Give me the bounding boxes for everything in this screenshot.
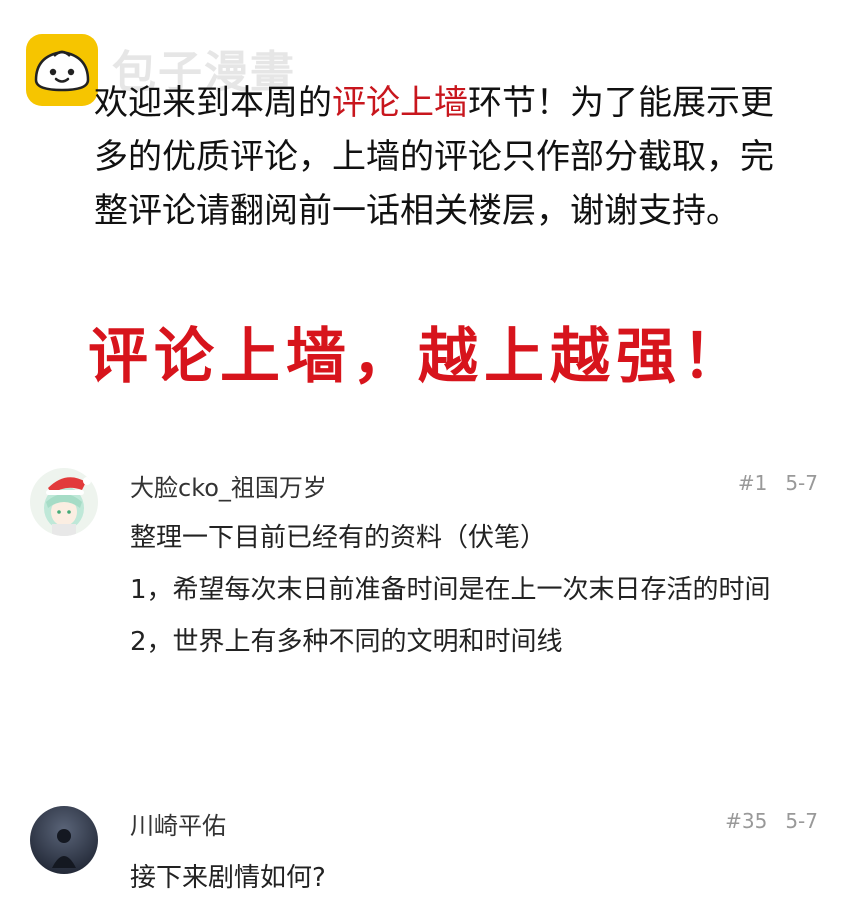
comment-meta: #1 5-7 <box>738 471 818 495</box>
comment-line: 1，希望每次末日前准备时间是在上一次末日存活的时间 <box>130 575 771 605</box>
comment-floor: #1 <box>737 471 768 495</box>
comment-username[interactable]: 大脸cko_祖国万岁 <box>130 468 327 503</box>
intro-paragraph: 欢迎来到本周的评论上墙环节！为了能展示更多的优质评论，上墙的评论只作部分截取，完… <box>94 76 774 238</box>
comment-date: 5-7 <box>785 471 818 495</box>
anime-avatar-santa-hat[interactable] <box>30 468 98 536</box>
comment-username[interactable]: 川崎平佑 <box>130 806 226 841</box>
bun-logo-icon <box>26 34 98 106</box>
comment-floor: #35 <box>725 809 768 833</box>
comment-line: 2，世界上有多种不同的文明和时间线 <box>130 627 563 657</box>
comment-body: 整理一下目前已经有的资料（伏笔） 1，希望每次末日前准备时间是在上一次末日存活的… <box>130 512 820 668</box>
comment-body: 接下来剧情如何? <box>130 852 820 904</box>
comment-line: 接下来剧情如何? <box>130 863 326 893</box>
slogan-heading: 评论上墙，越上越强！ <box>88 322 748 392</box>
comment-line: 整理一下目前已经有的资料（伏笔） <box>130 523 547 553</box>
intro-before: 欢迎来到本周的 <box>94 83 332 123</box>
comment-meta: #35 5-7 <box>725 809 818 833</box>
comment-date: 5-7 <box>785 809 818 833</box>
intro-highlight: 评论上墙 <box>332 83 468 123</box>
dark-photo-avatar[interactable] <box>30 806 98 874</box>
